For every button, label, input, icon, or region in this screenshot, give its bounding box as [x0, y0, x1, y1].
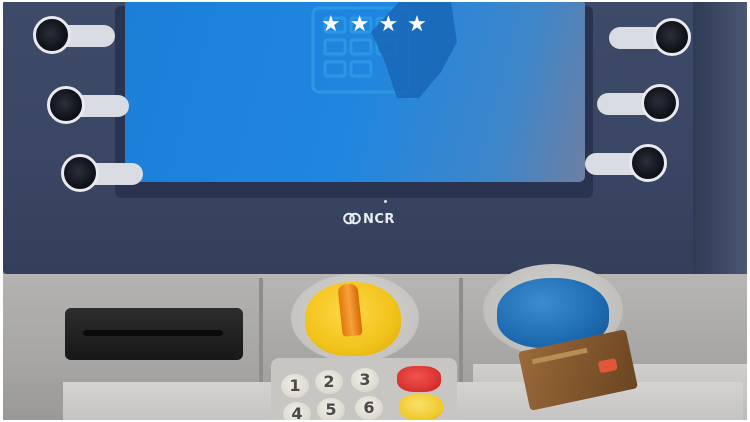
right-function-key-1[interactable] — [609, 18, 691, 56]
keypad-key-5[interactable]: 5 — [317, 398, 345, 420]
atm-photo: ★★★★ NCR 1 2 3 4 5 6 — [3, 2, 747, 420]
pin-keypad: 1 2 3 4 5 6 — [271, 358, 457, 420]
left-function-key-1[interactable] — [33, 16, 115, 54]
key-button-icon — [653, 18, 691, 56]
card-stripe — [531, 347, 588, 365]
right-function-key-2[interactable] — [597, 84, 679, 122]
receipt-slot[interactable] — [65, 308, 243, 360]
sensor-dot — [384, 200, 387, 203]
key-button-icon — [33, 16, 71, 54]
bezel-edge — [693, 2, 747, 274]
clear-key[interactable] — [399, 394, 443, 420]
ncr-rings-icon — [343, 212, 361, 225]
left-function-key-3[interactable] — [61, 154, 143, 192]
keypad-key-3[interactable]: 3 — [351, 368, 379, 392]
logo-text: NCR — [363, 212, 395, 227]
keypad-key-1[interactable]: 1 — [281, 374, 309, 398]
key-button-icon — [629, 144, 667, 182]
pin-mask: ★★★★ — [321, 12, 436, 37]
card-chip-icon — [597, 357, 618, 374]
atm-screen: ★★★★ — [125, 2, 585, 182]
cancel-key[interactable] — [397, 366, 441, 392]
keypad-key-4[interactable]: 4 — [283, 402, 311, 420]
ncr-logo: NCR — [343, 212, 395, 227]
keypad-key-2[interactable]: 2 — [315, 370, 343, 394]
key-button-icon — [47, 86, 85, 124]
key-button-icon — [61, 154, 99, 192]
key-button-icon — [641, 84, 679, 122]
left-function-key-2[interactable] — [47, 86, 129, 124]
right-function-key-3[interactable] — [585, 144, 667, 182]
keypad-key-6[interactable]: 6 — [355, 396, 383, 420]
